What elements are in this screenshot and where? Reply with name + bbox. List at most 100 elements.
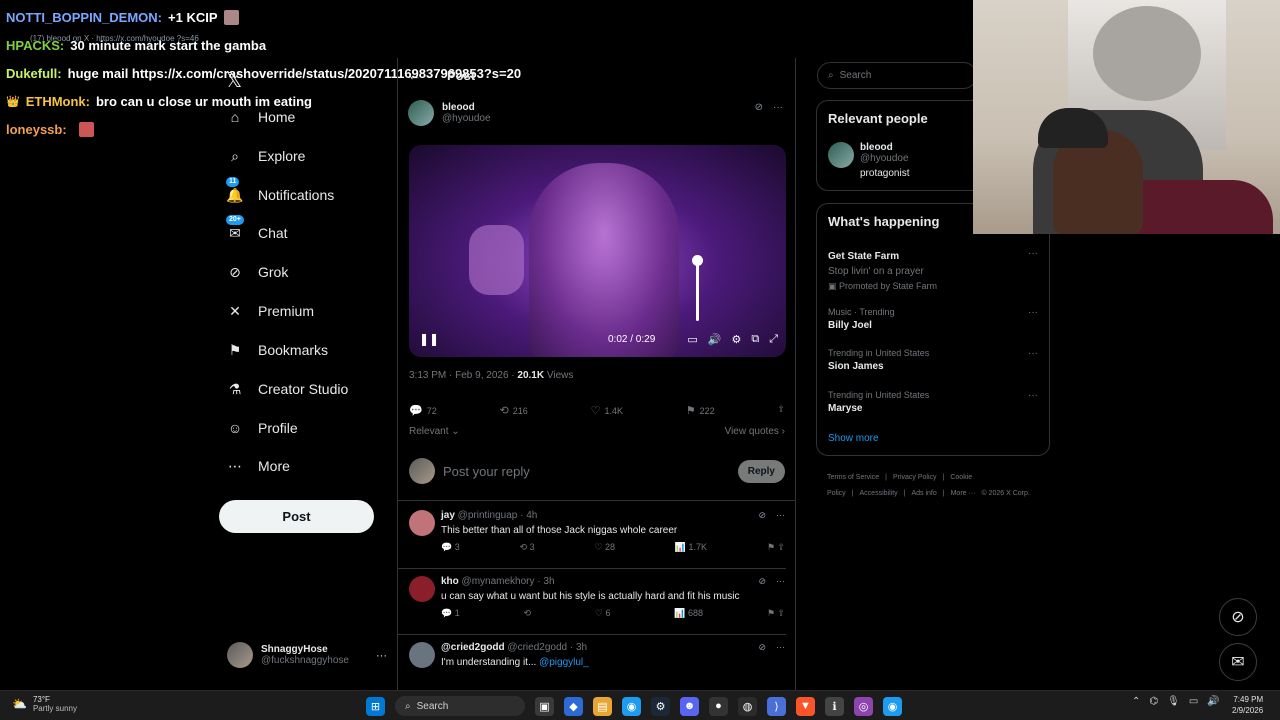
footer-link[interactable]: More ··· (951, 490, 976, 497)
avatar[interactable] (409, 510, 435, 536)
reply-button[interactable]: Reply (737, 459, 785, 483)
start-icon[interactable]: ⊞ (366, 696, 385, 716)
view-quotes-link[interactable]: View quotes › (725, 426, 785, 437)
more-icon[interactable]: ··· (376, 650, 387, 662)
more-icon[interactable]: ··· (773, 102, 783, 113)
repost-action[interactable]: ⟲ 3 (520, 542, 535, 553)
chrome-icon[interactable]: ◉ (622, 696, 641, 716)
reply-sort-dropdown[interactable]: Relevant ⌄ (409, 426, 460, 437)
repost-action[interactable]: ⟲ 216 (500, 404, 528, 417)
footer-link[interactable]: Ads info (911, 490, 936, 497)
system-tray[interactable]: ⌃ ⌬ 🎙 ▭ 🔊 (1132, 696, 1220, 707)
weather-widget[interactable]: ⛅ 73°F Partly sunny (12, 695, 77, 713)
like-action[interactable]: ♡ 6 (595, 608, 611, 619)
discord-icon[interactable]: ☻ (680, 696, 699, 716)
network-icon[interactable]: ⌬ (1149, 696, 1158, 707)
trend-item[interactable]: Get State Farm Stop livin' on a prayer ▣ P… (828, 248, 1038, 292)
views-action[interactable]: 📊 688 (674, 608, 703, 619)
bookmark-action[interactable]: ⚑ 222 (686, 404, 715, 417)
reply-author[interactable]: kho (441, 576, 459, 587)
app-icon[interactable]: ● (709, 696, 728, 716)
reply-action[interactable]: 💬 72 (409, 404, 437, 417)
fullscreen-icon[interactable]: ⤢ (769, 333, 778, 346)
reply-item[interactable]: kho @mynamekhory · 3h u can say what u wa… (409, 576, 785, 636)
back-arrow-icon[interactable]: ← (408, 68, 421, 83)
trend-item[interactable]: Trending in United States Maryse ··· (828, 390, 1038, 414)
post-button[interactable]: Post (219, 500, 374, 533)
vscode-icon[interactable]: ⟩ (767, 696, 786, 716)
trend-item[interactable]: Trending in United States Sion James ··· (828, 348, 1038, 372)
settings-icon[interactable]: ⚙ (731, 333, 741, 346)
like-action[interactable]: ♡ 28 (594, 542, 615, 553)
grok-icon[interactable]: ⊘ (758, 576, 766, 587)
footer-link[interactable]: Privacy Policy (893, 474, 937, 481)
nav-item-creator-studio[interactable]: ⚗ Creator Studio (226, 378, 349, 400)
grok-icon[interactable]: ⊘ (755, 102, 763, 113)
volume-slider-handle[interactable] (692, 255, 703, 266)
nav-item-explore[interactable]: ⌕ Explore (226, 145, 305, 167)
footer-link[interactable]: Accessibility (860, 490, 898, 497)
more-icon[interactable]: ··· (1028, 348, 1038, 359)
footer-link[interactable]: Terms of Service (827, 474, 879, 481)
more-icon[interactable]: ··· (1028, 390, 1038, 401)
repost-action[interactable]: ⟲ (524, 608, 532, 619)
avatar[interactable] (409, 576, 435, 602)
nav-item-more[interactable]: ⋯ More (226, 455, 290, 477)
volume-icon[interactable]: 🔊 (708, 333, 722, 346)
display-icon[interactable]: ▭ (1189, 696, 1198, 707)
captions-icon[interactable]: ▭ (687, 333, 697, 346)
mention-link[interactable]: @piggylul_ (539, 657, 589, 668)
chrome-icon[interactable]: ◉ (883, 696, 902, 716)
nav-item-home[interactable]: ⌂ Home (226, 106, 296, 128)
steam-icon[interactable]: ⚙ (651, 696, 670, 716)
reply-input[interactable]: Post your reply (443, 464, 730, 479)
post-author[interactable]: bleood @hyoudoe (408, 100, 491, 126)
grok-icon[interactable]: ⊘ (758, 642, 766, 653)
clock[interactable]: 7:49 PM 2/9/2026 (1232, 694, 1263, 716)
taskbar-search[interactable]: ⌕ Search (395, 696, 525, 716)
bookmark-icon[interactable]: ⚑ ⇪ (767, 542, 785, 553)
more-icon[interactable]: ··· (776, 642, 785, 653)
relevant-person[interactable]: bleood @hyoudoe protagonist (828, 142, 909, 179)
search-input[interactable]: ⌕ Search (817, 62, 977, 89)
nav-item-chat[interactable]: ✉ 20+ Chat (226, 215, 288, 244)
x-logo-icon[interactable]: 𝕏 (226, 68, 242, 93)
avatar[interactable] (409, 642, 435, 668)
copilot-icon[interactable]: ◆ (564, 696, 583, 716)
volume-icon[interactable]: 🔊 (1207, 696, 1219, 707)
reply-item[interactable]: @cried2godd @cried2godd · 3h I'm understa… (409, 642, 785, 690)
nav-item-notifications[interactable]: 🔔 11 Notifications (226, 177, 334, 206)
brave-icon[interactable]: ▼ (796, 696, 815, 716)
nav-item-profile[interactable]: ☺ Profile (226, 417, 298, 439)
nav-item-premium[interactable]: ✕ Premium (226, 300, 314, 322)
grok-float-button[interactable]: ⊘ (1219, 598, 1257, 636)
views-action[interactable]: 📊 1.7K (675, 542, 707, 553)
pip-icon[interactable]: ⧉ (751, 333, 759, 346)
app-icon[interactable]: ℹ (825, 696, 844, 716)
trend-item[interactable]: Music · Trending Billy Joel ··· (828, 307, 1038, 331)
messages-float-button[interactable]: ✉ (1219, 643, 1257, 681)
pause-icon[interactable]: ❚❚ (419, 332, 439, 346)
footer-link[interactable]: © 2026 X Corp. (981, 490, 1029, 497)
nav-item-bookmarks[interactable]: ⚑ Bookmarks (226, 339, 328, 361)
nav-item-grok[interactable]: ⊘ Grok (226, 261, 288, 283)
bookmark-icon[interactable]: ⚑ ⇪ (767, 608, 785, 619)
more-icon[interactable]: ··· (1028, 307, 1038, 318)
app-icon[interactable]: ◍ (738, 696, 757, 716)
author-name[interactable]: bleood (442, 102, 491, 113)
chevron-up-icon[interactable]: ⌃ (1132, 696, 1140, 707)
show-more-link[interactable]: Show more (828, 433, 879, 444)
reply-item[interactable]: jay @printinguap · 4h This better than al… (409, 510, 785, 570)
grok-icon[interactable]: ⊘ (758, 510, 766, 521)
like-action[interactable]: ♡ 1.4K (591, 404, 623, 417)
reply-author[interactable]: @cried2godd (441, 642, 505, 653)
volume-slider[interactable] (696, 260, 699, 321)
more-icon[interactable]: ··· (776, 576, 785, 587)
more-icon[interactable]: ··· (1028, 248, 1038, 259)
task-view-icon[interactable]: ▣ (535, 696, 554, 716)
reply-action[interactable]: 💬 1 (441, 608, 460, 619)
file-explorer-icon[interactable]: ▤ (593, 696, 612, 716)
reply-action[interactable]: 💬 3 (441, 542, 460, 553)
video-player[interactable]: ❚❚ 0:02 / 0:29 ▭ 🔊 ⚙ ⧉ ⤢ (409, 145, 786, 357)
person-name[interactable]: bleood (860, 142, 909, 153)
